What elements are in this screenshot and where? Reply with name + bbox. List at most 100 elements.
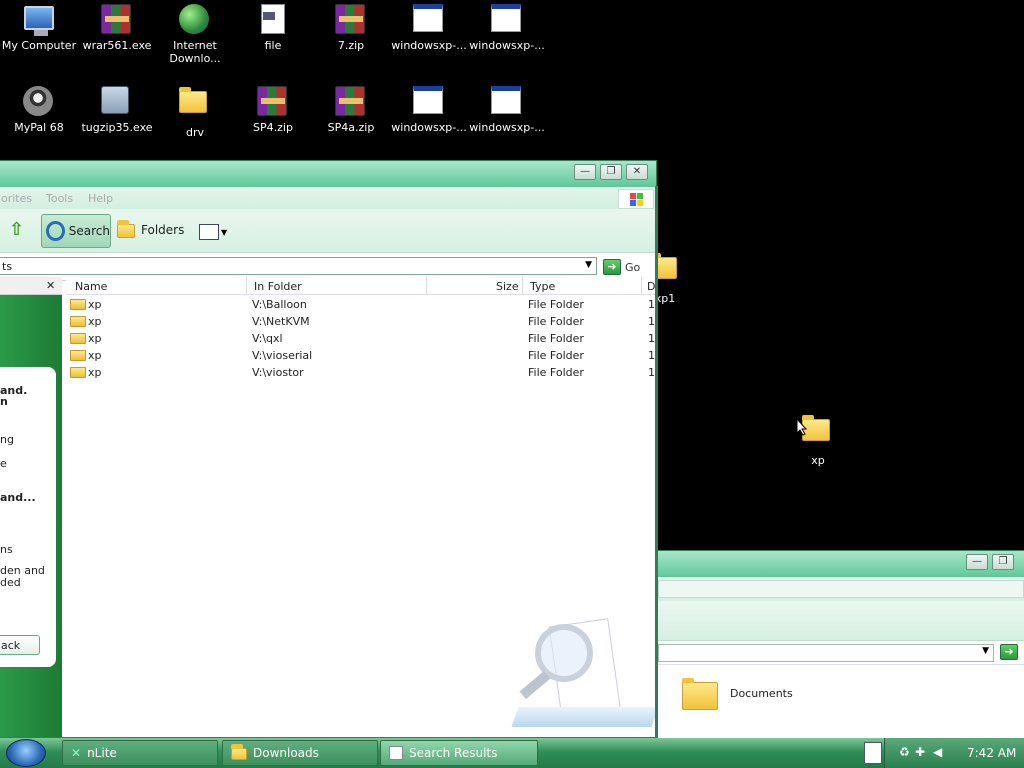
back-button[interactable]: ack bbox=[0, 635, 40, 655]
go-button[interactable]: ➜ Go bbox=[603, 258, 640, 276]
column-size[interactable]: Size bbox=[496, 280, 519, 293]
panel-text: ded bbox=[0, 576, 21, 589]
table-row[interactable]: xp V:\qxl File Folder 1 bbox=[66, 330, 657, 347]
desktop-icon-my-computer[interactable]: My Computer bbox=[0, 4, 78, 52]
panel-option[interactable]: e bbox=[0, 457, 7, 470]
table-row[interactable]: xp V:\viostor File Folder 1 bbox=[66, 364, 657, 381]
taskbar: ✕ nLite Downloads Search Results ♻ ✚ ◀ 7… bbox=[0, 738, 1024, 768]
downloads-window: — ❐ ▼ ➜ Documents bbox=[657, 550, 1024, 738]
chevron-down-icon[interactable]: ▼ bbox=[982, 646, 989, 656]
row-date: 1 bbox=[648, 366, 655, 379]
desktop-icon-sp4[interactable]: SP4.zip bbox=[234, 86, 312, 134]
row-date: 1 bbox=[648, 298, 655, 311]
toolbar: ⇧ Search Folders ▼ bbox=[0, 209, 656, 253]
address-combo[interactable]: ts ▼ bbox=[0, 257, 597, 275]
row-folder: V:\vioserial bbox=[252, 349, 313, 362]
minimize-button[interactable]: — bbox=[966, 554, 988, 570]
search-titlebar[interactable]: — ❐ ✕ bbox=[0, 161, 656, 187]
search-results-icon bbox=[389, 746, 403, 760]
clock[interactable]: 7:42 AM bbox=[967, 746, 1016, 760]
desktop-icon-7zip[interactable]: 7.zip bbox=[312, 4, 390, 52]
panel-option[interactable]: ns bbox=[0, 543, 13, 556]
folder-icon bbox=[117, 220, 135, 238]
desktop-icon-internet-download[interactable]: Internet Downlo... bbox=[156, 4, 234, 65]
safe-remove-icon[interactable]: ✚ bbox=[915, 745, 925, 759]
desktop-icon-windowsxp-3[interactable]: windowsxp-... bbox=[390, 86, 468, 134]
documents-folder[interactable] bbox=[682, 677, 718, 710]
menubar: orites Tools Help bbox=[0, 187, 656, 209]
desktop-icon-windowsxp-2[interactable]: windowsxp-... bbox=[468, 4, 546, 52]
taskbar-button-nlite[interactable]: ✕ nLite bbox=[62, 740, 218, 766]
row-date: 1 bbox=[648, 332, 655, 345]
menu-help[interactable]: Help bbox=[88, 192, 113, 205]
downloads-toolbar bbox=[658, 601, 1024, 641]
column-in-folder[interactable]: In Folder bbox=[254, 280, 302, 293]
views-button[interactable]: ▼ bbox=[199, 223, 229, 241]
row-name: xp bbox=[88, 332, 102, 345]
close-icon[interactable]: ✕ bbox=[46, 279, 55, 292]
menu-tools[interactable]: Tools bbox=[46, 192, 73, 205]
views-icon bbox=[199, 224, 219, 240]
address-combo[interactable]: ▼ bbox=[658, 644, 994, 662]
computer-icon bbox=[23, 4, 55, 36]
row-name: xp bbox=[88, 298, 102, 311]
file-icon bbox=[257, 4, 289, 36]
search-panel-card: and. n ng e and... ns den and ded ack bbox=[0, 367, 56, 667]
folders-button[interactable]: Folders bbox=[117, 220, 184, 238]
row-type: File Folder bbox=[528, 366, 584, 379]
desktop-icon-mypal[interactable]: MyPal 68 bbox=[0, 86, 78, 134]
go-arrow-icon[interactable]: ➜ bbox=[1000, 644, 1018, 660]
desktop-icon-windowsxp-4[interactable]: windowsxp-... bbox=[468, 86, 546, 134]
row-date: 1 bbox=[648, 349, 655, 362]
nlite-icon: ✕ bbox=[71, 746, 82, 760]
system-tray: ♻ ✚ ◀ 7:42 AM bbox=[884, 738, 1024, 768]
downloads-addressbar: ▼ ➜ bbox=[658, 641, 1024, 665]
row-type: File Folder bbox=[528, 315, 584, 328]
row-folder: V:\Balloon bbox=[252, 298, 307, 311]
table-row[interactable]: xp V:\Balloon File Folder 1 bbox=[66, 296, 657, 313]
downloads-menubar bbox=[658, 577, 1024, 601]
folder-icon bbox=[70, 333, 86, 344]
winrar-icon bbox=[257, 86, 289, 118]
network-icon[interactable]: ♻ bbox=[899, 745, 910, 759]
taskbar-button-search-results[interactable]: Search Results bbox=[380, 740, 538, 766]
row-folder: V:\NetKVM bbox=[252, 315, 310, 328]
search-companion-panel: ✕ and. n ng e and... ns den and ded ack bbox=[0, 277, 62, 737]
taskbar-button-downloads[interactable]: Downloads bbox=[222, 740, 378, 766]
maximize-button[interactable]: ❐ bbox=[992, 554, 1014, 570]
keyboard-icon[interactable] bbox=[864, 742, 882, 764]
up-folder-icon[interactable]: ⇧ bbox=[9, 219, 31, 241]
row-name: xp bbox=[88, 366, 102, 379]
downloads-titlebar[interactable]: — ❐ bbox=[658, 551, 1024, 577]
desktop-icon-file[interactable]: file bbox=[234, 4, 312, 52]
column-name[interactable]: Name bbox=[75, 280, 107, 293]
desktop-icon-windowsxp-1[interactable]: windowsxp-... bbox=[390, 4, 468, 52]
table-row[interactable]: xp V:\NetKVM File Folder 1 bbox=[66, 313, 657, 330]
setup-icon bbox=[101, 86, 133, 118]
chevron-down-icon[interactable]: ▼ bbox=[585, 260, 592, 270]
column-type[interactable]: Type bbox=[530, 280, 555, 293]
close-button[interactable]: ✕ bbox=[626, 164, 648, 180]
table-row[interactable]: xp V:\vioserial File Folder 1 bbox=[66, 347, 657, 364]
desktop-icon-xp[interactable]: xp bbox=[779, 414, 857, 467]
desktop-icon-sp4a[interactable]: SP4a.zip bbox=[312, 86, 390, 134]
chevron-down-icon: ▼ bbox=[221, 227, 228, 237]
window-file-icon bbox=[413, 86, 445, 118]
winrar-icon bbox=[335, 86, 367, 118]
folder-icon bbox=[70, 350, 86, 361]
desktop-icon-tugzip[interactable]: tugzip35.exe bbox=[78, 86, 156, 134]
start-button[interactable] bbox=[6, 739, 46, 767]
winrar-icon bbox=[101, 4, 133, 36]
row-folder: V:\viostor bbox=[252, 366, 304, 379]
volume-icon[interactable]: ◀ bbox=[933, 745, 942, 759]
menu-favorites[interactable]: orites bbox=[1, 192, 32, 205]
window-file-icon bbox=[491, 4, 523, 36]
panel-option[interactable]: ng bbox=[0, 433, 14, 446]
folder-icon bbox=[70, 367, 86, 378]
maximize-button[interactable]: ❐ bbox=[600, 164, 622, 180]
search-button[interactable]: Search bbox=[41, 214, 111, 248]
minimize-button[interactable]: — bbox=[574, 164, 596, 180]
desktop-icon-wrar561[interactable]: wrar561.exe bbox=[78, 4, 156, 52]
desktop-icon-drv[interactable]: drv bbox=[156, 86, 234, 139]
search-icon bbox=[46, 221, 65, 241]
